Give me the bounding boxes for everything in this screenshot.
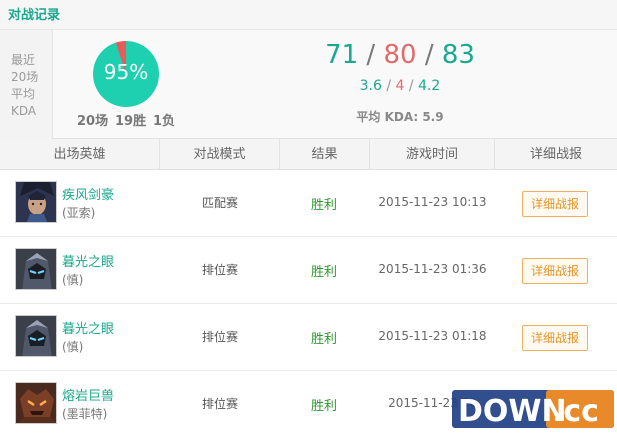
match-result: 胜利	[310, 332, 337, 347]
column-header-detail: 详细战报	[529, 147, 582, 162]
game-mode: 排位赛	[201, 263, 238, 277]
deaths-total: 80	[383, 40, 417, 70]
match-row: 暮光之眼 (慎) 排位赛 胜利 2015-11-23 01:18 详细战报	[0, 304, 617, 371]
column-header-result: 结果	[280, 139, 370, 170]
assists-avg: 4.2	[418, 78, 441, 94]
hero-avatar[interactable]	[15, 315, 57, 357]
kda-separator: /	[366, 40, 376, 70]
game-mode: 排位赛	[201, 397, 238, 411]
column-header-time: 游戏时间	[370, 139, 495, 170]
section-header: 对战记录	[0, 0, 617, 30]
match-time: 2015-11-23 01:36	[378, 262, 487, 276]
hero-name-link[interactable]: 暮光之眼	[62, 318, 114, 337]
hero-alias: (墨菲特)	[62, 407, 108, 421]
kills-total: 71	[325, 40, 359, 70]
avg-kda-label: 平均 KDA: 5.9	[356, 110, 444, 124]
kda-separator: /	[424, 40, 434, 70]
column-header-mode: 对战模式	[160, 139, 280, 170]
hero-alias: (亚索)	[62, 206, 96, 220]
kills-avg: 3.6	[359, 78, 382, 94]
hero-alias: (慎)	[62, 273, 84, 287]
match-time: 2015-11-23 10:13	[378, 195, 487, 209]
match-result: 胜利	[310, 399, 337, 414]
game-mode: 排位赛	[201, 330, 238, 344]
games-count: 20场	[77, 114, 109, 129]
losses-count: 1负	[153, 114, 176, 129]
kda-separator: /	[386, 78, 392, 94]
side-label-line: KDA	[11, 104, 37, 118]
kda-separator: /	[408, 78, 414, 94]
match-result: 胜利	[310, 198, 337, 213]
hero-avatar[interactable]	[15, 382, 57, 424]
hero-alias: (慎)	[62, 340, 84, 354]
detail-report-button[interactable]: 详细战报	[522, 191, 588, 217]
kda-average: 3.6 / 4 / 4.2	[300, 78, 500, 94]
kda-totals: 71 / 80 / 83	[300, 40, 500, 70]
match-row: 疾风剑豪 (亚索) 匹配赛 胜利 2015-11-23 10:13 详细战报	[0, 170, 617, 237]
watermark-logo: DOWN .cc	[452, 390, 614, 429]
hero-name-link[interactable]: 疾风剑豪	[62, 184, 114, 203]
assists-total: 83	[441, 40, 475, 70]
detail-report-button[interactable]: 详细战报	[522, 325, 588, 351]
hero-avatar[interactable]	[15, 181, 57, 223]
section-title: 对战记录	[8, 8, 61, 23]
svg-text:DOWN: DOWN	[458, 394, 567, 429]
deaths-avg: 4	[395, 78, 405, 94]
svg-text:.cc: .cc	[552, 394, 599, 429]
summary-panel: 最近 20场 平均 KDA 95% 20场 19胜 1负 71 / 80 / 8…	[0, 30, 617, 139]
table-header: 出场英雄 对战模式 结果 游戏时间 详细战报	[0, 139, 617, 170]
game-mode: 匹配赛	[201, 196, 238, 210]
hero-avatar[interactable]	[15, 248, 57, 290]
column-header-hero: 出场英雄	[0, 139, 160, 170]
wins-count: 19胜	[115, 114, 147, 129]
match-time: 2015-11-23 01:18	[378, 329, 487, 343]
hero-name-link[interactable]: 熔岩巨兽	[62, 385, 114, 404]
hero-name-link[interactable]: 暮光之眼	[62, 251, 114, 270]
match-result: 胜利	[310, 265, 337, 280]
recent-kda-label: 最近 20场 平均 KDA	[0, 30, 53, 139]
win-rate-value: 95%	[103, 60, 149, 84]
win-rate-donut: 95%	[93, 41, 159, 107]
match-row: 暮光之眼 (慎) 排位赛 胜利 2015-11-23 01:36 详细战报	[0, 237, 617, 304]
detail-report-button[interactable]: 详细战报	[522, 258, 588, 284]
